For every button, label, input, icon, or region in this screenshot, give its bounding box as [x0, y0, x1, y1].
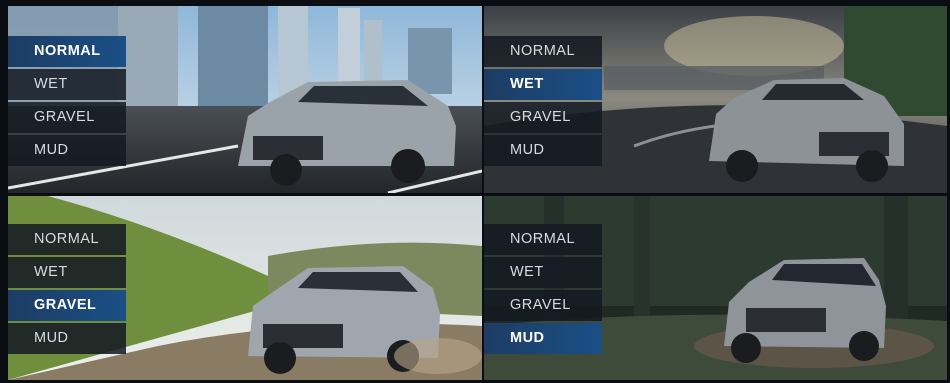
panel-mud: NORMAL WET GRAVEL MUD — [484, 196, 947, 380]
mode-menu: NORMAL WET GRAVEL MUD — [484, 36, 602, 168]
mode-mud[interactable]: MUD — [484, 135, 602, 166]
mode-mud[interactable]: MUD — [484, 323, 602, 354]
mode-gravel[interactable]: GRAVEL — [484, 290, 602, 321]
mode-menu: NORMAL WET GRAVEL MUD — [8, 224, 126, 356]
panel-gravel: NORMAL WET GRAVEL MUD — [8, 196, 482, 380]
mode-wet[interactable]: WET — [484, 257, 602, 288]
mode-gravel[interactable]: GRAVEL — [484, 102, 602, 133]
mode-gravel[interactable]: GRAVEL — [8, 102, 126, 133]
drive-mode-grid: NORMAL WET GRAVEL MUD NORMAL WET GRAVEL … — [0, 0, 950, 383]
mode-menu: NORMAL WET GRAVEL MUD — [8, 36, 126, 168]
mode-wet[interactable]: WET — [484, 69, 602, 100]
mode-normal[interactable]: NORMAL — [484, 224, 602, 255]
mode-menu: NORMAL WET GRAVEL MUD — [484, 224, 602, 356]
mode-normal[interactable]: NORMAL — [484, 36, 602, 67]
mode-wet[interactable]: WET — [8, 257, 126, 288]
mode-gravel[interactable]: GRAVEL — [8, 290, 126, 321]
mode-mud[interactable]: MUD — [8, 323, 126, 354]
mode-mud[interactable]: MUD — [8, 135, 126, 166]
mode-normal[interactable]: NORMAL — [8, 36, 126, 67]
mode-normal[interactable]: NORMAL — [8, 224, 126, 255]
panel-normal: NORMAL WET GRAVEL MUD — [8, 6, 482, 193]
mode-wet[interactable]: WET — [8, 69, 126, 100]
panel-wet: NORMAL WET GRAVEL MUD — [484, 6, 947, 193]
